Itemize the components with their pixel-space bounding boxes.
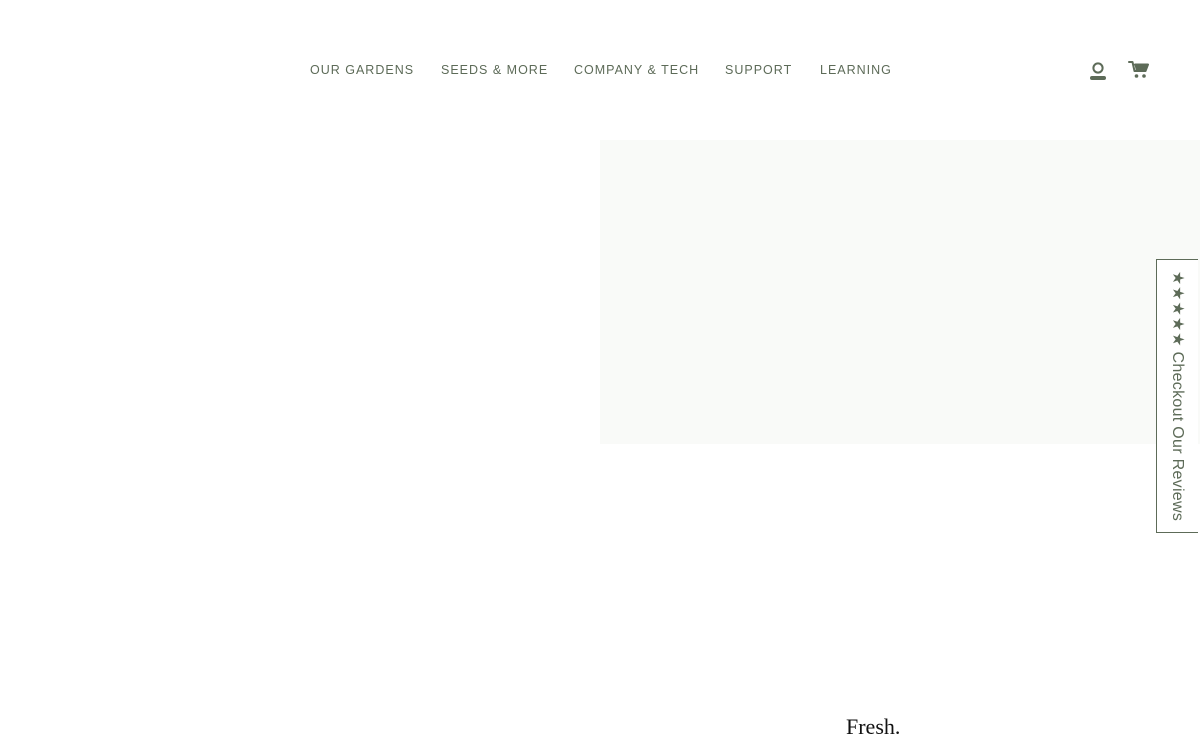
cart-icon[interactable] (1128, 60, 1150, 80)
nav-item-learning[interactable]: LEARNING (820, 62, 892, 78)
nav-item-company-tech[interactable]: COMPANY & TECH (574, 62, 699, 78)
nav-item-support[interactable]: SUPPORT (725, 62, 792, 78)
reviews-tab[interactable]: ★★★★★ Checkout Our Reviews (1156, 259, 1198, 533)
reviews-tab-label: ★★★★★ Checkout Our Reviews (1168, 271, 1188, 521)
hero-heading: Fresh. (846, 714, 901, 739)
reviews-tab-text: Checkout Our Reviews (1168, 351, 1186, 522)
stars-icon: ★★★★★ (1168, 270, 1186, 348)
main-nav: OUR GARDENS SEEDS & MORE COMPANY & TECH … (0, 62, 1200, 78)
nav-item-our-gardens[interactable]: OUR GARDENS (310, 62, 414, 78)
hero-image-placeholder (600, 140, 1200, 444)
nav-item-seeds-more[interactable]: SEEDS & MORE (441, 62, 548, 78)
account-icon[interactable] (1088, 61, 1108, 81)
